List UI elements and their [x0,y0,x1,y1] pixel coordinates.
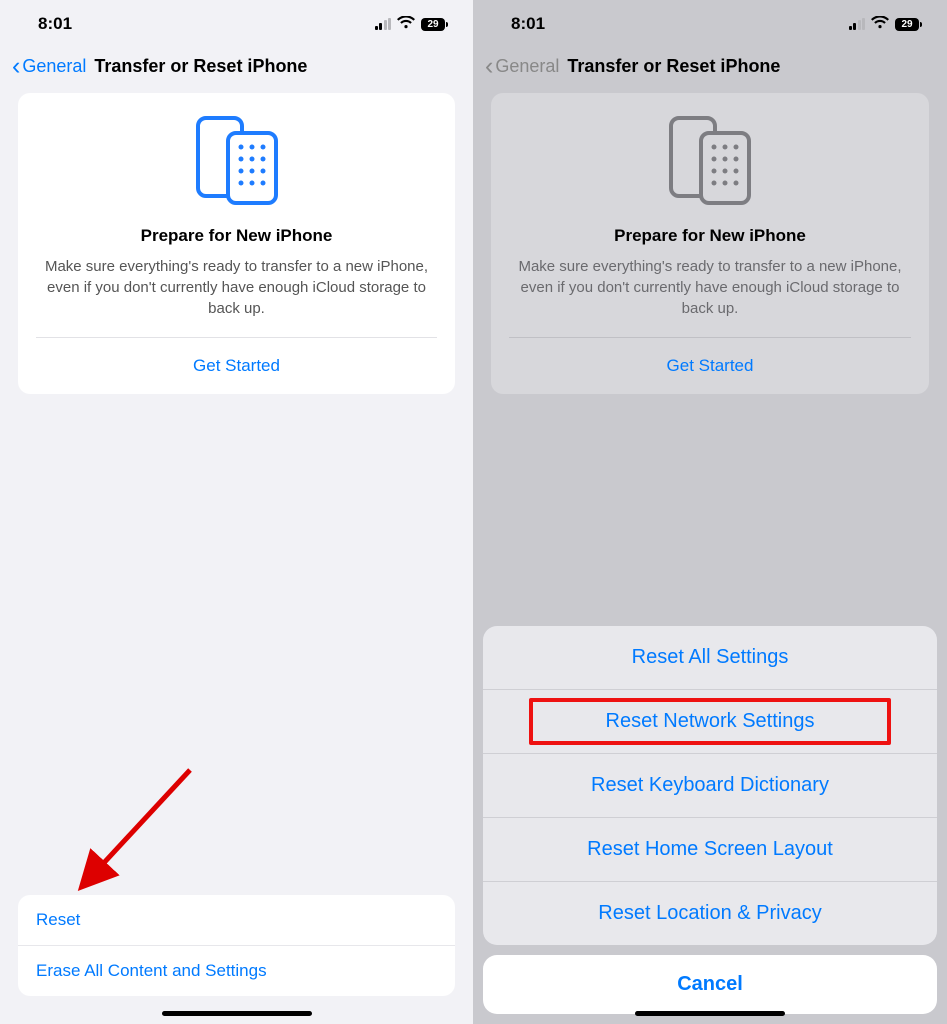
status-right: 29 [375,14,446,34]
home-indicator[interactable] [162,1011,312,1016]
bottom-options: Reset Erase All Content and Settings [18,895,455,996]
back-label: General [22,56,86,77]
sheet-item-reset-network[interactable]: Reset Network Settings [483,689,937,753]
status-bar: 8:01 29 [473,0,947,46]
sheet-item-label: Reset Network Settings [606,710,815,732]
reset-button[interactable]: Reset [18,895,455,945]
chevron-left-icon: ‹ [12,54,20,79]
sheet-item-reset-keyboard[interactable]: Reset Keyboard Dictionary [483,753,937,817]
get-started-button[interactable]: Get Started [18,338,455,394]
sheet-options: Reset All Settings Reset Network Setting… [483,626,937,945]
transfer-phones-icon [667,115,753,212]
erase-all-button[interactable]: Erase All Content and Settings [18,945,455,996]
battery-icon: 29 [895,18,919,31]
screenshot-right: 8:01 29 ‹ General Transfer or Reset iPho… [473,0,947,1024]
battery-icon: 29 [421,18,445,31]
prepare-desc: Make sure everything's ready to transfer… [36,256,437,319]
prepare-title: Prepare for New iPhone [36,226,437,246]
back-button[interactable]: ‹ General [12,54,86,79]
page-title: Transfer or Reset iPhone [94,56,307,77]
status-right: 29 [849,14,920,34]
sheet-item-reset-location[interactable]: Reset Location & Privacy [483,881,937,945]
annotation-arrow-icon [70,760,210,900]
reset-action-sheet: Reset All Settings Reset Network Setting… [483,626,937,1014]
cellular-signal-icon [849,18,866,30]
transfer-phones-icon [194,115,280,212]
prepare-card: Prepare for New iPhone Make sure everyth… [18,93,455,394]
sheet-item-reset-all[interactable]: Reset All Settings [483,626,937,689]
home-indicator[interactable] [635,1011,785,1016]
prepare-desc: Make sure everything's ready to transfer… [509,256,911,319]
status-time: 8:01 [38,14,72,34]
get-started-button: Get Started [491,338,929,394]
wifi-icon [397,14,415,34]
chevron-left-icon: ‹ [485,54,493,79]
page-title: Transfer or Reset iPhone [567,56,780,77]
cancel-button[interactable]: Cancel [483,955,937,1014]
prepare-title: Prepare for New iPhone [509,226,911,246]
screenshot-left: 8:01 29 ‹ General Transfer or Reset iPho… [0,0,473,1024]
nav-bar: ‹ General Transfer or Reset iPhone [473,46,947,93]
wifi-icon [871,14,889,34]
sheet-cancel-group: Cancel [483,955,937,1014]
nav-bar: ‹ General Transfer or Reset iPhone [0,46,473,93]
status-time: 8:01 [511,14,545,34]
prepare-card: Prepare for New iPhone Make sure everyth… [491,93,929,394]
back-label: General [495,56,559,77]
cellular-signal-icon [375,18,392,30]
status-bar: 8:01 29 [0,0,473,46]
back-button: ‹ General [485,54,559,79]
sheet-item-reset-home[interactable]: Reset Home Screen Layout [483,817,937,881]
